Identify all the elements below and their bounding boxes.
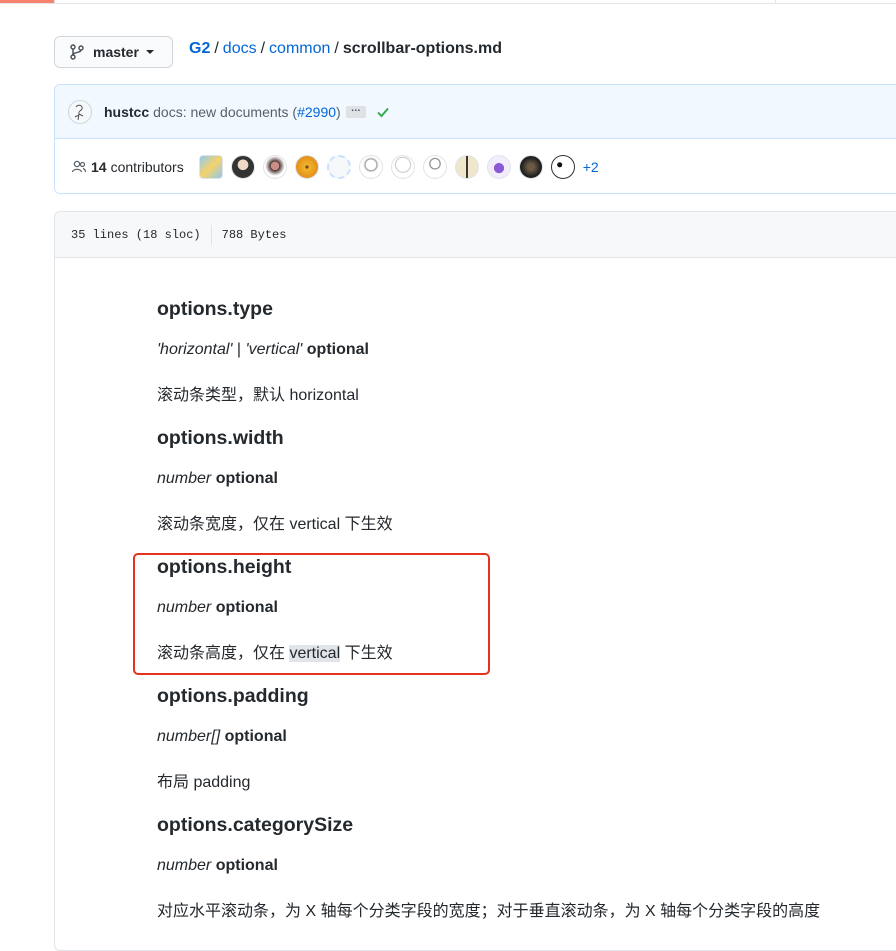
file-line-count: 35 lines (18 sloc) bbox=[71, 227, 201, 242]
breadcrumb-separator: / bbox=[260, 40, 266, 57]
breadcrumb-separator: / bbox=[334, 40, 339, 57]
contributor-avatar[interactable] bbox=[518, 154, 543, 179]
section-heading: options.categorySize bbox=[157, 814, 354, 836]
breadcrumb-common-link[interactable]: common bbox=[269, 40, 330, 57]
section-description: 滚动条宽度，仅在 vertical 下生效 bbox=[157, 516, 393, 533]
commit-message-text: ) bbox=[336, 103, 341, 120]
tab-strip-border bbox=[0, 3, 896, 4]
annotation-highlight-box bbox=[133, 553, 490, 675]
optional-label: optional bbox=[215, 857, 278, 874]
type-literal: 'horizontal' bbox=[157, 341, 233, 358]
branch-select-button[interactable]: master bbox=[54, 36, 173, 68]
section-heading: options.width bbox=[157, 427, 284, 449]
commit-message[interactable]: docs: new documents (#2990) bbox=[153, 104, 341, 120]
type-literal: 'vertical' bbox=[245, 341, 303, 358]
file-info-bar: 35 lines (18 sloc) 788 Bytes bbox=[55, 212, 896, 258]
commit-pr-link[interactable]: #2990 bbox=[297, 104, 336, 120]
contributor-avatar[interactable] bbox=[230, 154, 255, 179]
git-branch-icon bbox=[70, 44, 84, 60]
optional-label: optional bbox=[306, 341, 369, 358]
commit-message-text: docs: new documents ( bbox=[153, 103, 298, 120]
section-heading: options.type bbox=[157, 298, 273, 320]
contributor-avatar[interactable] bbox=[422, 154, 447, 179]
commit-author-link[interactable]: hustcc bbox=[104, 104, 149, 120]
breadcrumb-file-name: scrollbar-options.md bbox=[342, 40, 502, 57]
breadcrumb-docs-link[interactable]: docs bbox=[223, 40, 257, 57]
type-literal: number bbox=[157, 857, 212, 874]
breadcrumb-separator: / bbox=[214, 40, 219, 57]
breadcrumb-repo-link[interactable]: G2 bbox=[189, 40, 210, 57]
author-avatar[interactable] bbox=[68, 99, 92, 124]
section-description: 对应水平滚动条，为 X 轴每个分类字段的宽度；对于垂直滚动条，为 X 轴每个分类… bbox=[157, 903, 821, 920]
contributor-avatar[interactable] bbox=[550, 154, 575, 179]
tab-divider bbox=[54, 0, 55, 4]
section-type-line: 'horizontal' | 'vertical' optional bbox=[157, 341, 369, 359]
section-type-line: number optional bbox=[157, 857, 278, 875]
contributors-label[interactable]: contributors bbox=[111, 159, 184, 175]
optional-label: optional bbox=[224, 728, 287, 745]
contributor-avatar[interactable] bbox=[358, 154, 383, 179]
section-description: 滚动条类型，默认 horizontal bbox=[157, 387, 359, 404]
contributor-avatar[interactable] bbox=[486, 154, 511, 179]
type-separator: | bbox=[232, 341, 246, 358]
file-size: 788 Bytes bbox=[221, 227, 287, 242]
people-icon bbox=[71, 160, 87, 172]
check-icon[interactable] bbox=[376, 105, 390, 119]
tab-divider bbox=[775, 0, 776, 4]
contributor-avatar[interactable] bbox=[262, 154, 287, 179]
section-description: 布局 padding bbox=[157, 774, 251, 791]
commit-expand-button[interactable]: … bbox=[345, 103, 366, 118]
section-heading: options.padding bbox=[157, 685, 309, 707]
section-type-line: number[] optional bbox=[157, 728, 287, 746]
chevron-down-icon bbox=[145, 50, 154, 54]
contributors-count[interactable]: 14 bbox=[91, 159, 107, 175]
type-literal: number bbox=[157, 470, 212, 487]
latest-commit-row: hustcc docs: new documents (#2990) … bbox=[55, 85, 896, 139]
doodle-avatar-icon bbox=[74, 104, 84, 120]
optional-label: optional bbox=[215, 470, 278, 487]
contributors-row: 14 contributors +2 bbox=[55, 139, 896, 193]
more-contributors-link[interactable]: +2 bbox=[583, 159, 599, 175]
contributor-avatar[interactable] bbox=[326, 154, 351, 179]
contributor-avatar[interactable] bbox=[454, 154, 479, 179]
contributor-avatar[interactable] bbox=[390, 154, 415, 179]
breadcrumb: G2/docs / common / scrollbar-options.md bbox=[189, 39, 502, 59]
contributor-avatar[interactable] bbox=[198, 154, 223, 179]
section-type-line: number optional bbox=[157, 470, 278, 488]
type-literal: number[] bbox=[157, 728, 221, 745]
branch-label: master bbox=[93, 44, 139, 60]
latest-commit-box: hustcc docs: new documents (#2990) … 14 … bbox=[54, 84, 896, 194]
top-tab-strip bbox=[0, 0, 896, 4]
file-info-divider bbox=[210, 224, 212, 245]
contributor-avatars: +2 bbox=[198, 154, 599, 179]
contributor-avatar[interactable] bbox=[294, 154, 319, 179]
